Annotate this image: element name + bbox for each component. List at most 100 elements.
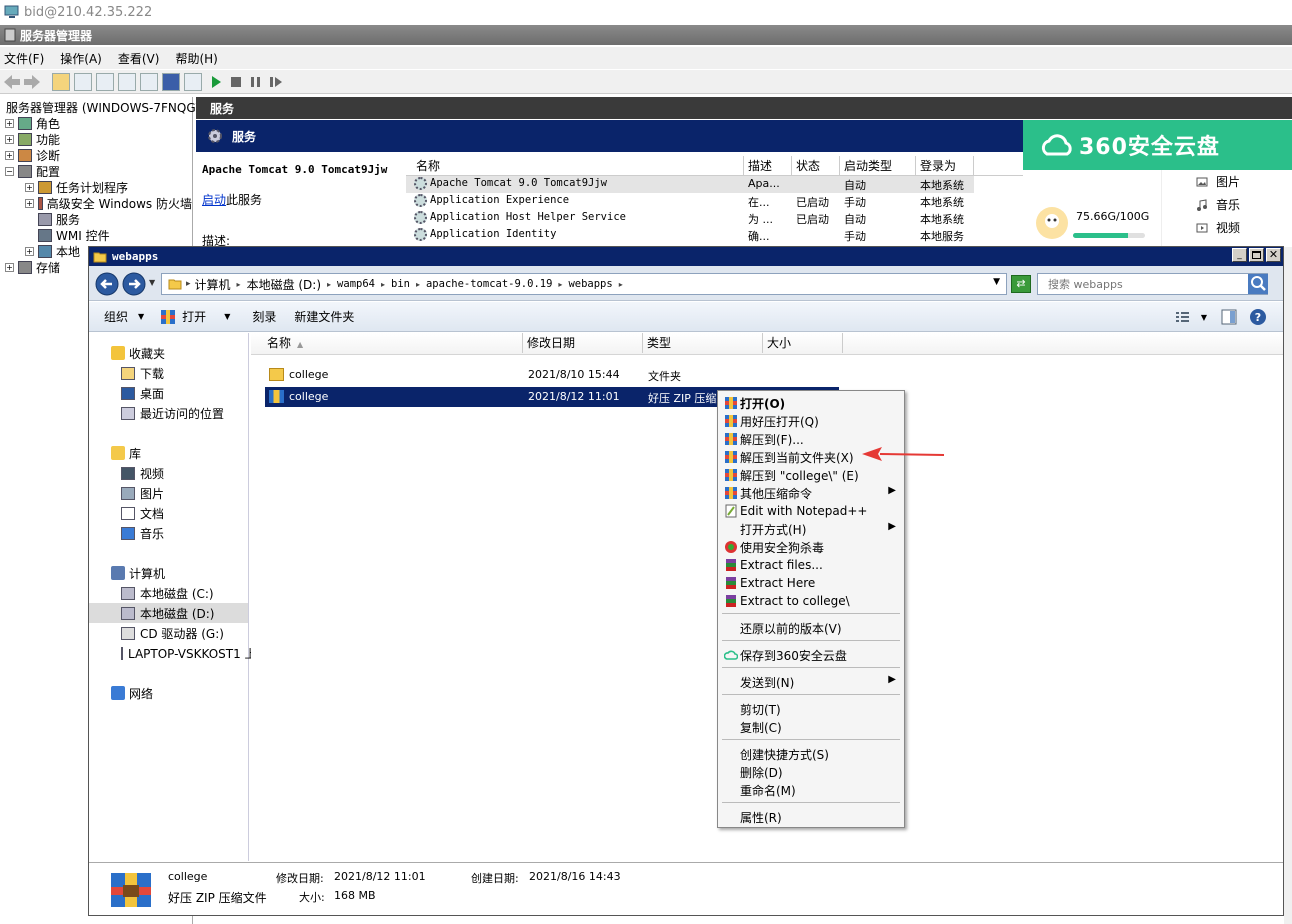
recent-pages-dropdown[interactable]: ▼ — [149, 278, 155, 287]
forward-arrow-icon[interactable] — [22, 73, 42, 91]
tree-root[interactable]: 服务器管理器 (WINDOWS-7FNQGV — [0, 99, 204, 115]
context-menu-item[interactable]: 剪切(T) — [720, 700, 902, 718]
nav-item[interactable]: CD 驱动器 (G:) — [89, 623, 248, 643]
context-menu-item[interactable]: Extract Here — [720, 574, 902, 592]
menu-file[interactable]: 文件(F) — [4, 50, 44, 67]
tree-item[interactable]: + 任务计划程序 — [0, 179, 192, 195]
minimize-button[interactable]: _ — [1232, 248, 1247, 262]
context-menu-item[interactable]: 创建快捷方式(S) — [720, 745, 902, 763]
close-button[interactable]: ✕ — [1266, 248, 1281, 262]
breadcrumb-arrow-icon[interactable]: ▸ — [558, 280, 562, 289]
context-menu-item[interactable]: Extract to college\ — [720, 592, 902, 610]
up-folder-icon[interactable] — [52, 72, 70, 91]
nav-computer[interactable]: 计算机 — [89, 563, 248, 583]
open-button[interactable]: 打开 ▼ — [160, 308, 230, 325]
address-bar[interactable]: ▸ 计算机 ▸ 本地磁盘 (D:) ▸ wamp64 ▸ bin ▸ apache-tomcat… — [161, 273, 1007, 295]
breadcrumb-arrow-icon[interactable]: ▸ — [237, 280, 241, 289]
context-menu-item[interactable]: 用好压打开(Q) — [720, 412, 902, 430]
breadcrumb-item[interactable]: bin — [391, 278, 410, 290]
refresh-button[interactable]: ⇄ — [1011, 275, 1031, 293]
play-icon[interactable] — [206, 73, 226, 91]
pause-icon[interactable] — [246, 73, 266, 91]
breadcrumb-arrow-icon[interactable]: ▸ — [416, 280, 420, 289]
breadcrumb-arrow-icon[interactable]: ▸ — [381, 280, 385, 289]
context-menu-item[interactable]: 发送到(N) ▶ — [720, 673, 902, 691]
expand-icon[interactable]: + — [25, 198, 34, 208]
expand-icon[interactable]: + — [25, 182, 34, 192]
breadcrumb-item[interactable]: 计算机 — [195, 276, 231, 293]
nav-item[interactable]: 最近访问的位置 — [89, 403, 248, 423]
context-menu-item[interactable]: 打开方式(H) ▶ — [720, 520, 902, 538]
breadcrumb-arrow-icon[interactable]: ▸ — [327, 280, 331, 289]
col-service-status[interactable]: 状态 — [792, 156, 840, 176]
nav-favorites[interactable]: 收藏夹 — [89, 343, 248, 363]
breadcrumb-arrow-icon[interactable]: ▸ — [619, 280, 623, 289]
tree-item[interactable]: 服务 — [0, 211, 192, 227]
export-list-icon[interactable] — [96, 72, 114, 91]
nav-item[interactable]: 本地磁盘 (D:) — [89, 603, 248, 623]
nav-item[interactable]: 视频 — [89, 463, 248, 483]
breadcrumb-item[interactable]: apache-tomcat-9.0.19 — [426, 278, 552, 290]
col-service-logon[interactable]: 登录为 — [916, 156, 974, 176]
cloud-item-pictures[interactable]: 图片 — [1162, 170, 1292, 193]
nav-libraries[interactable]: 库 — [89, 443, 248, 463]
context-menu-item[interactable]: 复制(C) — [720, 718, 902, 736]
context-menu-item[interactable]: Edit with Notepad++ — [720, 502, 902, 520]
start-service-link[interactable]: 启动此服务 — [202, 191, 406, 208]
col-size[interactable]: 大小 — [763, 333, 843, 353]
expand-icon[interactable]: + — [5, 262, 14, 272]
stop-icon[interactable] — [226, 73, 246, 91]
context-menu-item[interactable]: 重命名(M) — [720, 781, 902, 799]
nav-item[interactable]: 图片 — [89, 483, 248, 503]
show-hide-tree-icon[interactable] — [74, 72, 92, 91]
cloud-item-music[interactable]: 音乐 — [1162, 193, 1292, 216]
tree-item[interactable]: + 高级安全 Windows 防火墙 — [0, 195, 192, 211]
view-options-icon[interactable] — [1175, 310, 1191, 324]
menu-view[interactable]: 查看(V) — [118, 50, 160, 67]
nav-forward-icon[interactable] — [122, 272, 146, 296]
expand-icon[interactable]: + — [5, 134, 14, 144]
refresh-icon[interactable] — [118, 72, 136, 91]
back-arrow-icon[interactable] — [2, 73, 22, 91]
burn-button[interactable]: 刻录 — [252, 308, 276, 325]
tree-item[interactable]: + 诊断 — [0, 147, 192, 163]
nav-item[interactable]: 下载 — [89, 363, 248, 383]
col-service-name[interactable]: 名称 — [412, 156, 744, 176]
menu-action[interactable]: 操作(A) — [60, 50, 102, 67]
preview-pane-icon[interactable] — [1221, 309, 1237, 325]
organize-button[interactable]: 组织 ▼ — [104, 308, 144, 325]
nav-item[interactable]: 桌面 — [89, 383, 248, 403]
service-row[interactable]: Application Identity 确... 手动 本地服务 — [406, 227, 1023, 244]
breadcrumb-item[interactable]: wamp64 — [337, 278, 375, 290]
tree-item[interactable]: WMI 控件 — [0, 227, 192, 243]
console-icon[interactable] — [184, 72, 202, 91]
help-icon[interactable] — [162, 72, 180, 91]
search-box[interactable] — [1037, 273, 1268, 295]
search-icon[interactable] — [1248, 274, 1268, 294]
service-row[interactable]: Application Host Helper Service 为 ... 已启动 自… — [406, 210, 1023, 227]
tree-item[interactable]: + 角色 — [0, 115, 192, 131]
context-menu-item[interactable]: 删除(D) — [720, 763, 902, 781]
tree-item[interactable]: − 配置 — [0, 163, 192, 179]
nav-network[interactable]: 网络 — [89, 683, 248, 703]
nav-item[interactable]: 本地磁盘 (C:) — [89, 583, 248, 603]
maximize-button[interactable] — [1249, 248, 1264, 262]
col-service-start[interactable]: 启动类型 — [840, 156, 916, 176]
tree-item[interactable]: + 功能 — [0, 131, 192, 147]
service-row[interactable]: Apache Tomcat 9.0 Tomcat9Jjw Apa... 自动 本地系统 — [406, 176, 974, 193]
new-folder-button[interactable]: 新建文件夹 — [294, 308, 354, 325]
context-menu-item[interactable]: 其他压缩命令 ▶ — [720, 484, 902, 502]
nav-item[interactable]: LAPTOP-VSKKOST1 上 — [89, 643, 257, 663]
nav-item[interactable]: 音乐 — [89, 523, 248, 543]
context-menu-item[interactable]: 属性(R) — [720, 808, 902, 826]
breadcrumb-item[interactable]: 本地磁盘 (D:) — [247, 276, 321, 293]
breadcrumb-item[interactable]: webapps — [568, 278, 612, 290]
expand-icon[interactable]: + — [5, 150, 14, 160]
col-name[interactable]: 名称 ▲ — [251, 333, 523, 353]
file-row[interactable]: college 2021/8/10 15:44 文件夹 — [265, 365, 839, 385]
nav-back-icon[interactable] — [95, 272, 119, 296]
restart-icon[interactable] — [266, 73, 286, 91]
context-menu-item[interactable]: 打开(O) — [720, 394, 902, 412]
nav-item[interactable]: 文档 — [89, 503, 248, 523]
col-modified[interactable]: 修改日期 — [523, 333, 643, 353]
